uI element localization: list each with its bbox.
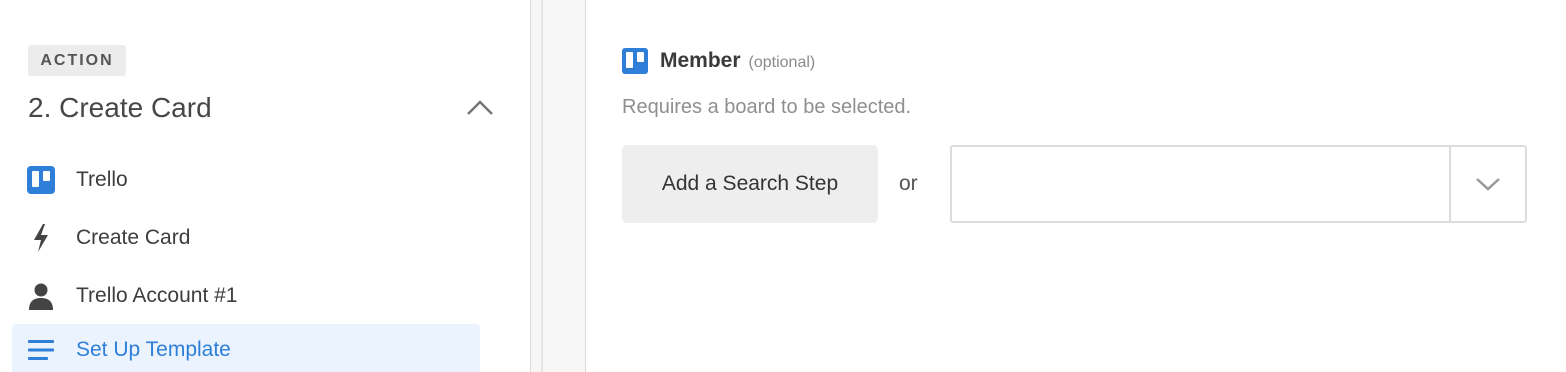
add-search-step-button[interactable]: Add a Search Step	[622, 145, 878, 223]
field-help-text: Requires a board to be selected.	[622, 96, 912, 118]
step-sidebar: ACTION 2. Create Card Trello Create Card	[0, 0, 530, 372]
bolt-icon	[26, 223, 56, 253]
select-dropdown-toggle[interactable]	[1449, 147, 1525, 221]
list-icon	[26, 335, 56, 365]
sidebar-item-set-up-template[interactable]: Set Up Template	[12, 324, 480, 372]
member-field-header: Member (optional)	[622, 48, 815, 74]
sidebar-item-label: Create Card	[76, 226, 191, 249]
sidebar-item-account[interactable]: Trello Account #1	[12, 270, 480, 322]
action-badge: ACTION	[28, 45, 126, 76]
user-icon	[26, 281, 56, 311]
sidebar-item-label: Set Up Template	[76, 338, 231, 361]
sidebar-item-trello[interactable]: Trello	[12, 154, 480, 206]
template-editor: Member (optional) Requires a board to be…	[587, 0, 1566, 372]
trello-icon	[622, 48, 648, 74]
chevron-up-icon	[467, 100, 493, 115]
sidebar-item-label: Trello Account #1	[76, 284, 238, 307]
trello-icon	[26, 165, 56, 195]
sidebar-item-create-card[interactable]: Create Card	[12, 212, 480, 264]
step-title: 2. Create Card	[28, 92, 212, 123]
optional-label: (optional)	[748, 53, 816, 71]
sidebar-item-label: Trello	[76, 168, 128, 191]
member-select-value[interactable]	[952, 147, 1449, 221]
field-label: Member	[660, 49, 741, 72]
member-select[interactable]	[950, 145, 1527, 223]
panel-divider	[530, 0, 586, 372]
chevron-down-icon	[1476, 178, 1500, 191]
or-separator: or	[899, 172, 918, 195]
collapse-button[interactable]	[462, 93, 498, 123]
